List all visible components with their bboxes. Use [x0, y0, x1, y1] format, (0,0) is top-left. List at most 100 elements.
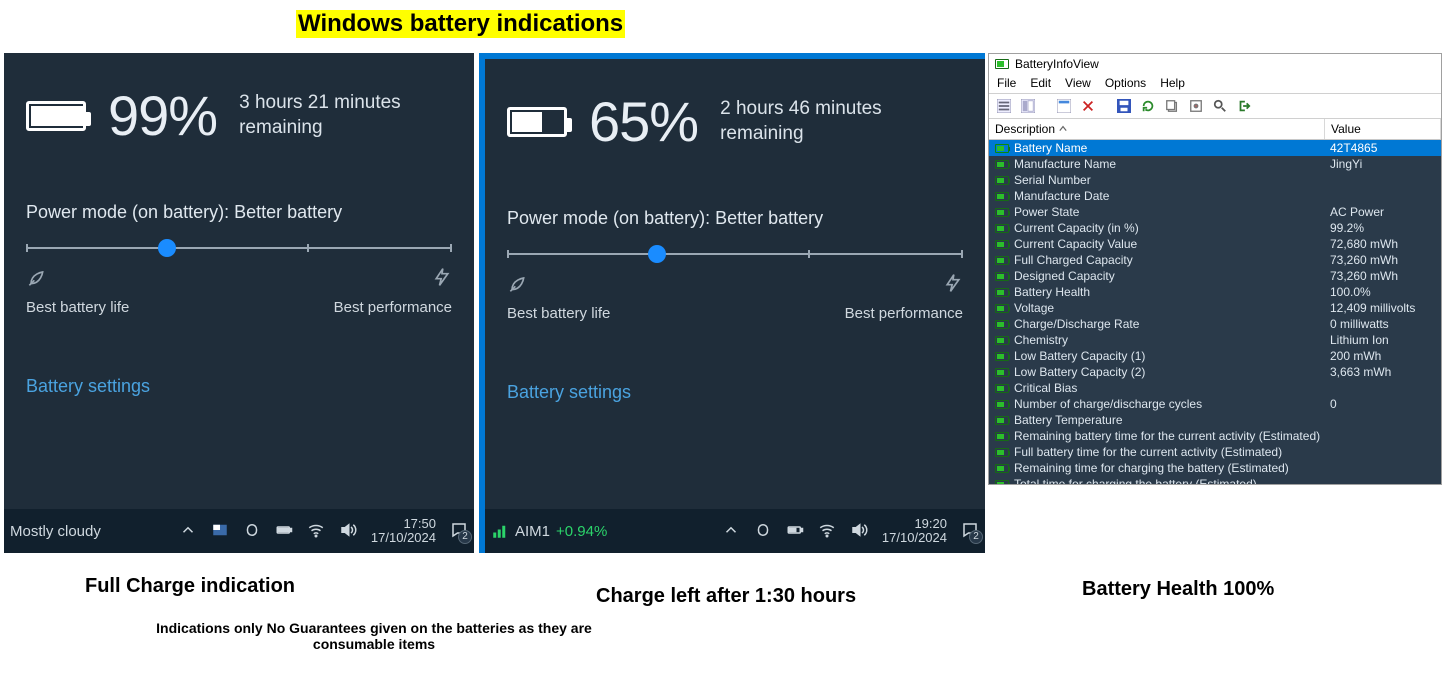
battery-row-icon: [995, 224, 1009, 233]
toolbar-detail-icon[interactable]: [1019, 97, 1037, 115]
menu-options[interactable]: Options: [1105, 76, 1146, 90]
row-description: Current Capacity (in %): [1014, 221, 1330, 235]
table-row[interactable]: Low Battery Capacity (2)3,663 mWh: [989, 364, 1441, 380]
battery-row-icon: [995, 480, 1009, 485]
row-description: Manufacture Date: [1014, 189, 1330, 203]
column-value[interactable]: Value: [1325, 119, 1441, 139]
column-headers: Description Value: [989, 119, 1441, 140]
table-row[interactable]: Remaining time for charging the battery …: [989, 460, 1441, 476]
battery-remaining: 3 hours 21 minutes remaining: [239, 91, 401, 140]
tray-clock[interactable]: 19:20 17/10/2024: [882, 517, 947, 546]
toolbar-copy-icon[interactable]: [1163, 97, 1181, 115]
tray-volume-icon[interactable]: [850, 521, 868, 542]
power-mode-slider[interactable]: [26, 247, 452, 249]
row-description: Charge/Discharge Rate: [1014, 317, 1330, 331]
row-description: Full battery time for the current activi…: [1014, 445, 1330, 459]
table-row[interactable]: ChemistryLithium Ion: [989, 332, 1441, 348]
table-row[interactable]: Current Capacity Value72,680 mWh: [989, 236, 1441, 252]
table-row[interactable]: Current Capacity (in %)99.2%: [989, 220, 1441, 236]
row-description: Designed Capacity: [1014, 269, 1330, 283]
tray-battery-icon[interactable]: [275, 521, 293, 542]
table-row[interactable]: Serial Number: [989, 172, 1441, 188]
battery-row-icon: [995, 448, 1009, 457]
tray-battery-icon[interactable]: [786, 521, 804, 542]
tray-focus-icon[interactable]: [754, 521, 772, 542]
table-row[interactable]: Charge/Discharge Rate0 milliwatts: [989, 316, 1441, 332]
battery-settings-link[interactable]: Battery settings: [26, 376, 150, 397]
row-value: 100.0%: [1330, 285, 1441, 299]
toolbar-save-icon[interactable]: [1115, 97, 1133, 115]
tray-chevron-icon[interactable]: [179, 521, 197, 542]
table-row[interactable]: Critical Bias: [989, 380, 1441, 396]
tray-focus-icon[interactable]: [243, 521, 261, 542]
toolbar-exit-icon[interactable]: [1235, 97, 1253, 115]
battery-row-icon: [995, 336, 1009, 345]
row-description: Remaining time for charging the battery …: [1014, 461, 1330, 475]
table-row[interactable]: Designed Capacity73,260 mWh: [989, 268, 1441, 284]
toolbar-find-icon[interactable]: [1211, 97, 1229, 115]
table-row[interactable]: Full battery time for the current activi…: [989, 444, 1441, 460]
toolbar-options-icon[interactable]: [1187, 97, 1205, 115]
tray-app-icon[interactable]: [211, 521, 229, 542]
toolbar-list-icon[interactable]: [995, 97, 1013, 115]
row-description: Current Capacity Value: [1014, 237, 1330, 251]
row-value: 73,260 mWh: [1330, 269, 1441, 283]
battery-row-icon: [995, 176, 1009, 185]
toolbar-refresh-icon[interactable]: [1139, 97, 1157, 115]
column-description[interactable]: Description: [989, 119, 1325, 139]
tray-chevron-icon[interactable]: [722, 521, 740, 542]
leaf-icon: [507, 273, 527, 299]
table-row[interactable]: Number of charge/discharge cycles0: [989, 396, 1441, 412]
table-row[interactable]: Full Charged Capacity73,260 mWh: [989, 252, 1441, 268]
table-row[interactable]: Power StateAC Power: [989, 204, 1441, 220]
tray-wifi-icon[interactable]: [307, 521, 325, 542]
batteryinfoview-window: BatteryInfoView File Edit View Options H…: [988, 53, 1442, 485]
tray-clock[interactable]: 17:50 17/10/2024: [371, 517, 436, 546]
battery-icon: [507, 107, 567, 137]
menu-edit[interactable]: Edit: [1030, 76, 1051, 90]
menubar: File Edit View Options Help: [989, 74, 1441, 94]
battery-row-icon: [995, 304, 1009, 313]
weather-widget[interactable]: Mostly cloudy: [10, 523, 101, 540]
table-row[interactable]: Total time for charging the battery (Est…: [989, 476, 1441, 484]
battery-row-icon: [995, 144, 1009, 153]
power-mode-label: Power mode (on battery): Better battery: [507, 208, 963, 229]
tray-notifications-icon[interactable]: 2: [450, 521, 468, 542]
menu-help[interactable]: Help: [1160, 76, 1185, 90]
table-row[interactable]: Low Battery Capacity (1)200 mWh: [989, 348, 1441, 364]
table-row[interactable]: Manufacture NameJingYi: [989, 156, 1441, 172]
taskbar: Mostly cloudy 17:50 17/1: [4, 509, 474, 553]
tray-wifi-icon[interactable]: [818, 521, 836, 542]
row-description: Battery Name: [1014, 141, 1330, 155]
table-row[interactable]: Manufacture Date: [989, 188, 1441, 204]
battery-flyout-full: 99% 3 hours 21 minutes remaining Power m…: [4, 53, 474, 553]
row-value: 73,260 mWh: [1330, 253, 1441, 267]
menu-file[interactable]: File: [997, 76, 1016, 90]
row-description: Chemistry: [1014, 333, 1330, 347]
battery-settings-link[interactable]: Battery settings: [507, 382, 631, 403]
row-value: 12,409 millivolts: [1330, 301, 1441, 315]
row-value: 0 milliwatts: [1330, 317, 1441, 331]
tray-notifications-icon[interactable]: 2: [961, 521, 979, 542]
menu-view[interactable]: View: [1065, 76, 1091, 90]
table-row[interactable]: Battery Temperature: [989, 412, 1441, 428]
table-row[interactable]: Voltage12,409 millivolts: [989, 300, 1441, 316]
lightning-icon: [432, 267, 452, 293]
row-value: 200 mWh: [1330, 349, 1441, 363]
battery-row-icon: [995, 288, 1009, 297]
table-row[interactable]: Battery Health100.0%: [989, 284, 1441, 300]
toolbar-properties-icon[interactable]: [1055, 97, 1073, 115]
stock-widget[interactable]: AIM1 +0.94%: [491, 522, 607, 540]
table-row[interactable]: Remaining battery time for the current a…: [989, 428, 1441, 444]
window-title: BatteryInfoView: [1015, 57, 1099, 71]
window-titlebar[interactable]: BatteryInfoView: [989, 54, 1441, 74]
power-mode-slider[interactable]: [507, 253, 963, 255]
row-value: AC Power: [1330, 205, 1441, 219]
toolbar-delete-icon[interactable]: [1079, 97, 1097, 115]
row-description: Critical Bias: [1014, 381, 1330, 395]
battery-row-icon: [995, 368, 1009, 377]
table-row[interactable]: Battery Name42T4865: [989, 140, 1441, 156]
battery-row-icon: [995, 416, 1009, 425]
tray-volume-icon[interactable]: [339, 521, 357, 542]
battery-row-icon: [995, 160, 1009, 169]
